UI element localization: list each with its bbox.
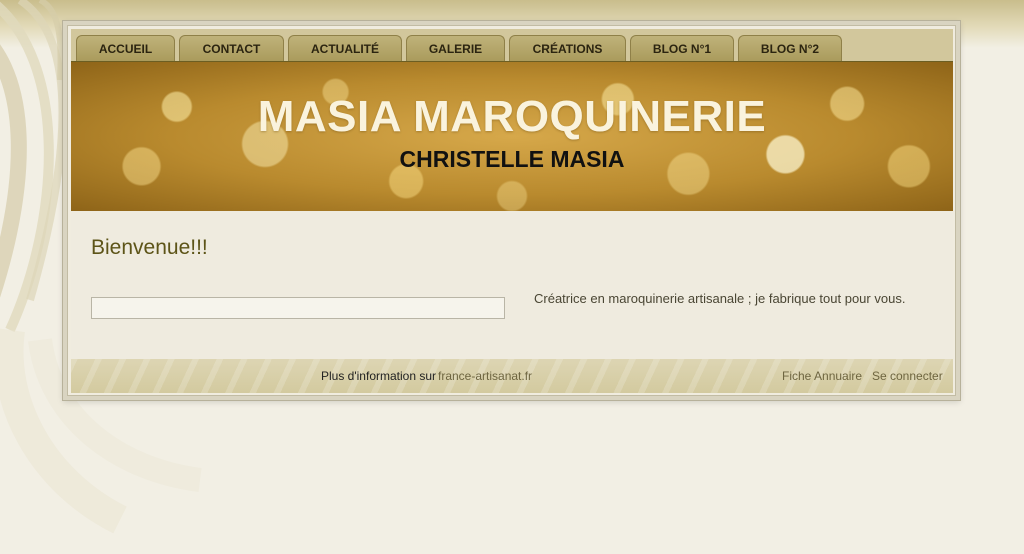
nav-tab-galerie[interactable]: GALERIE — [406, 35, 505, 61]
main-navigation: ACCUEIL CONTACT ACTUALITÉ GALERIE CRÉATI… — [71, 29, 953, 62]
header-banner: MASIA MAROQUINERIE CHRISTELLE MASIA — [71, 62, 953, 211]
footer-france-artisanat-link[interactable]: france-artisanat.fr — [438, 369, 532, 383]
footer-login-link[interactable]: Se connecter — [872, 369, 943, 383]
footer-fiche-annuaire-link[interactable]: Fiche Annuaire — [782, 369, 862, 383]
description-text: Créatrice en maroquinerie artisanale ; j… — [534, 291, 906, 306]
nav-tab-blog-1[interactable]: BLOG N°1 — [630, 35, 734, 61]
nav-tab-creations[interactable]: CRÉATIONS — [509, 35, 626, 61]
footer: Plus d'information sur france-artisanat.… — [71, 359, 953, 393]
footer-info-text: Plus d'information sur — [321, 369, 437, 383]
nav-tab-accueil[interactable]: ACCUEIL — [76, 35, 175, 61]
nav-tab-actualite[interactable]: ACTUALITÉ — [288, 35, 402, 61]
page-heading: Bienvenue!!! — [91, 236, 208, 259]
nav-tab-contact[interactable]: CONTACT — [179, 35, 284, 61]
nav-tab-blog-2[interactable]: BLOG N°2 — [738, 35, 842, 61]
site-title: MASIA MAROQUINERIE — [257, 92, 767, 141]
page-container: ACCUEIL CONTACT ACTUALITÉ GALERIE CRÉATI… — [71, 29, 953, 393]
empty-content-box — [91, 297, 505, 319]
site-subtitle: CHRISTELLE MASIA — [399, 146, 625, 172]
